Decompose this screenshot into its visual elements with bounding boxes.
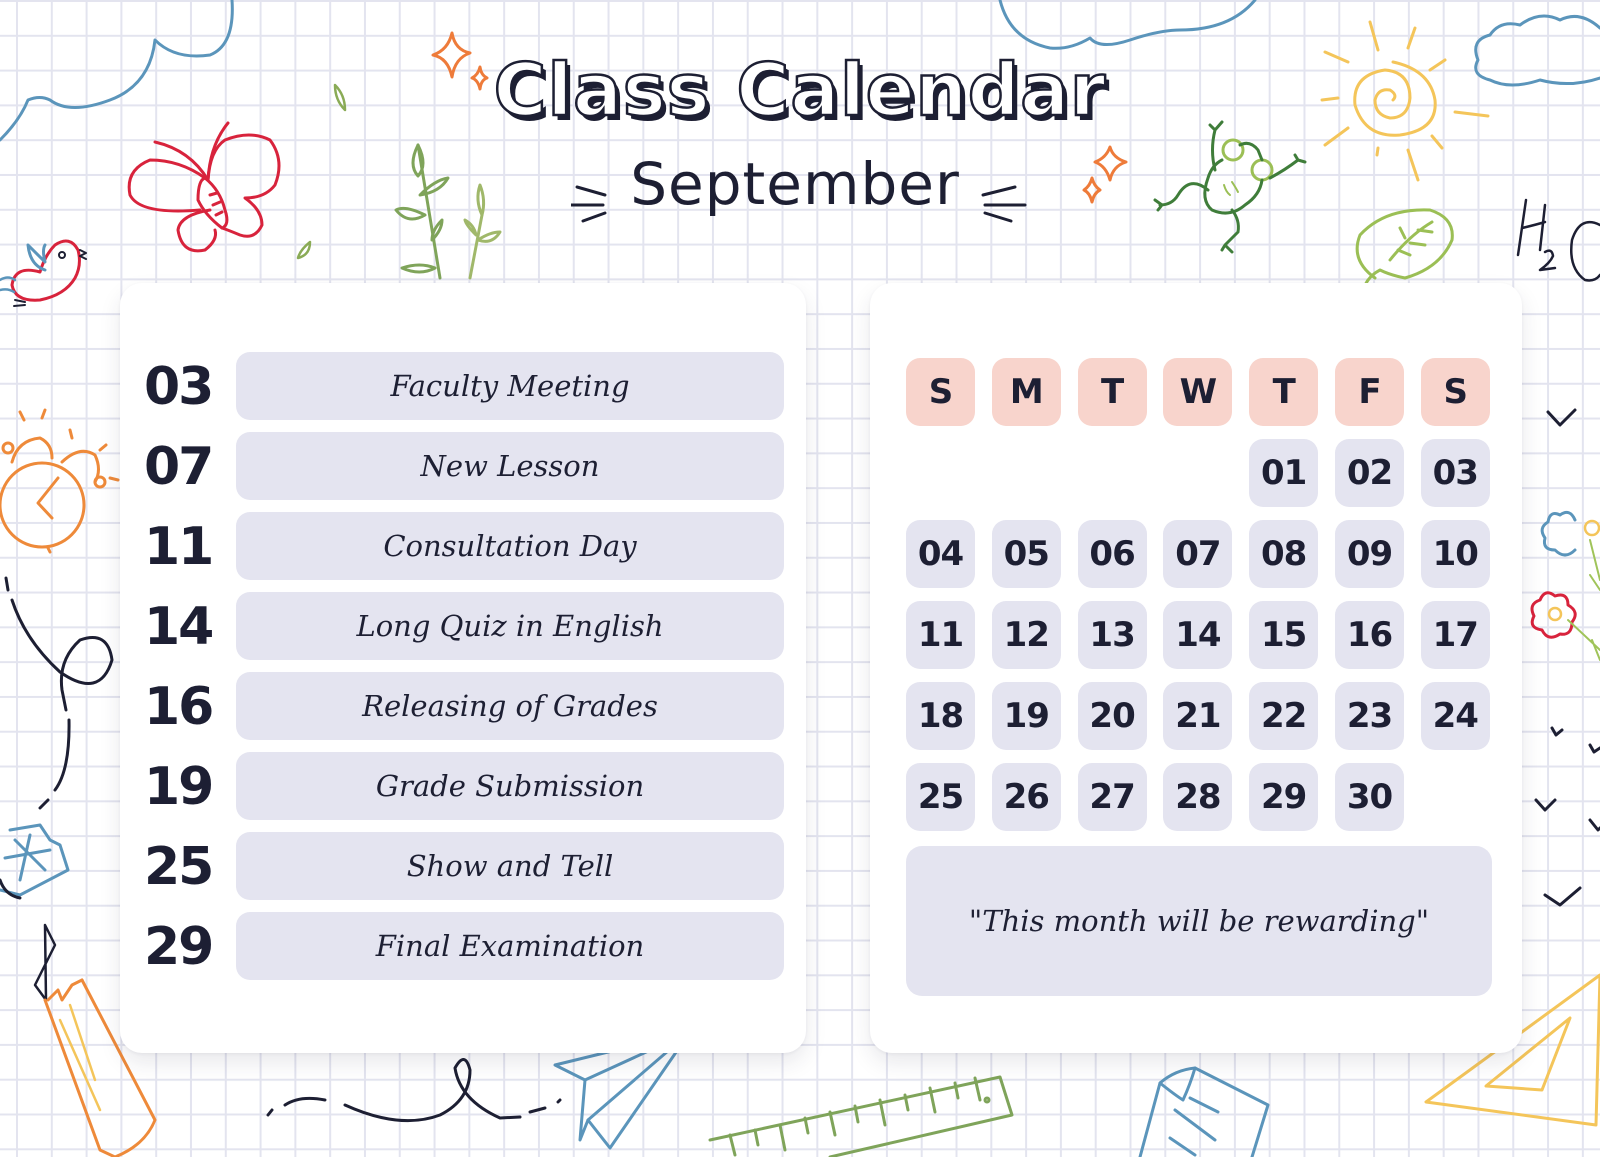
squiggle-line-doodle [266,1058,562,1123]
day-cell[interactable]: 26 [991,763,1061,831]
event-title: Final Examination [236,912,784,980]
day-cell[interactable]: 17 [1420,601,1490,669]
day-cell[interactable]: 18 [906,682,975,750]
event-item: 03 Faculty Meeting [144,352,784,422]
event-title: Show and Tell [236,832,784,900]
emphasis-lines-right-icon [981,185,1027,222]
checkmark-icon [1534,408,1600,907]
day-cell[interactable]: 23 [1334,682,1404,750]
event-title: Grade Submission [236,752,784,820]
event-date: 03 [144,357,214,417]
day-cell[interactable]: 06 [1077,520,1147,588]
day-cell[interactable]: 21 [1163,682,1233,750]
day-cell[interactable]: 02 [1334,439,1404,507]
weekday-header: F [1334,358,1404,426]
event-title: New Lesson [236,432,784,500]
event-date: 19 [144,757,214,817]
weekday-header: S [1420,358,1490,426]
event-date: 29 [144,917,214,977]
weekday-header: T [1249,358,1319,426]
day-cell[interactable]: 01 [1249,439,1319,507]
day-cell[interactable]: 24 [1420,682,1490,750]
flower-icon [1530,510,1600,661]
event-item: 14 Long Quiz in English [144,592,784,662]
day-cell[interactable]: 07 [1163,520,1233,588]
event-title: Releasing of Grades [236,672,784,740]
month-heading: September [0,150,1600,225]
event-item: 07 New Lesson [144,432,784,502]
event-date: 16 [144,677,214,737]
event-date: 07 [144,437,214,497]
event-date: 14 [144,597,214,657]
empty-day-cell [1163,439,1232,507]
monthly-quote: "This month will be rewarding" [906,846,1492,996]
day-cell[interactable]: 22 [1249,682,1319,750]
day-cell[interactable]: 28 [1163,763,1233,831]
event-item: 29 Final Examination [144,912,784,982]
loop-line-doodle [4,576,114,810]
event-title: Long Quiz in English [236,592,784,660]
day-cell[interactable]: 25 [906,763,975,831]
event-title: Faculty Meeting [236,352,784,420]
day-cell[interactable]: 27 [1077,763,1147,831]
badminton-shuttlecock-icon [0,823,70,897]
page-title: Class Calendar [492,47,1107,134]
weekday-header: M [991,358,1061,426]
event-date: 11 [144,517,214,577]
day-cell[interactable]: 30 [1334,763,1404,831]
weekday-header: W [1163,358,1233,426]
empty-day-cell [1078,439,1147,507]
calendar-grid: S M T W T F S 01 02 03 04 05 06 07 08 09 10 11 12 13 14 15 16 1… [906,358,1492,831]
day-cell[interactable]: 12 [991,601,1061,669]
calendar-card: S M T W T F S 01 02 03 04 05 06 07 08 09 10 11 12 13 14 15 16 1… [870,283,1522,1053]
empty-day-cell [992,439,1061,507]
events-card: 03 Faculty Meeting 07 New Lesson 11 Consultat… [120,283,806,1053]
event-date: 25 [144,837,214,897]
day-cell[interactable]: 16 [1334,601,1404,669]
weekday-header: S [906,358,975,426]
month-label: September [630,150,960,218]
emphasis-lines-left-icon [569,185,607,222]
day-cell[interactable]: 08 [1249,520,1319,588]
empty-day-cell [906,439,975,507]
day-cell[interactable]: 13 [1077,601,1147,669]
day-cell[interactable]: 19 [991,682,1061,750]
bird-icon [0,239,87,307]
day-cell[interactable]: 09 [1334,520,1404,588]
ruler-icon [708,1075,1014,1157]
day-cell[interactable]: 15 [1249,601,1319,669]
cloud-icon [998,0,1257,50]
weekday-header: T [1077,358,1147,426]
event-item: 16 Releasing of Grades [144,672,784,742]
day-cell[interactable]: 05 [991,520,1061,588]
day-cell[interactable]: 11 [906,601,975,669]
day-cell[interactable]: 14 [1163,601,1233,669]
paper-note-icon [1138,1066,1270,1157]
day-cell[interactable]: 20 [1077,682,1147,750]
event-item: 11 Consultation Day [144,512,784,582]
day-cell[interactable]: 03 [1420,439,1490,507]
day-cell[interactable]: 04 [906,520,975,588]
day-cell[interactable]: 29 [1249,763,1319,831]
event-item: 19 Grade Submission [144,752,784,822]
shuttlecock-base-doodle [0,878,22,900]
day-cell[interactable]: 10 [1420,520,1490,588]
event-item: 25 Show and Tell [144,832,784,902]
event-title: Consultation Day [236,512,784,580]
alarm-clock-icon [0,408,120,554]
